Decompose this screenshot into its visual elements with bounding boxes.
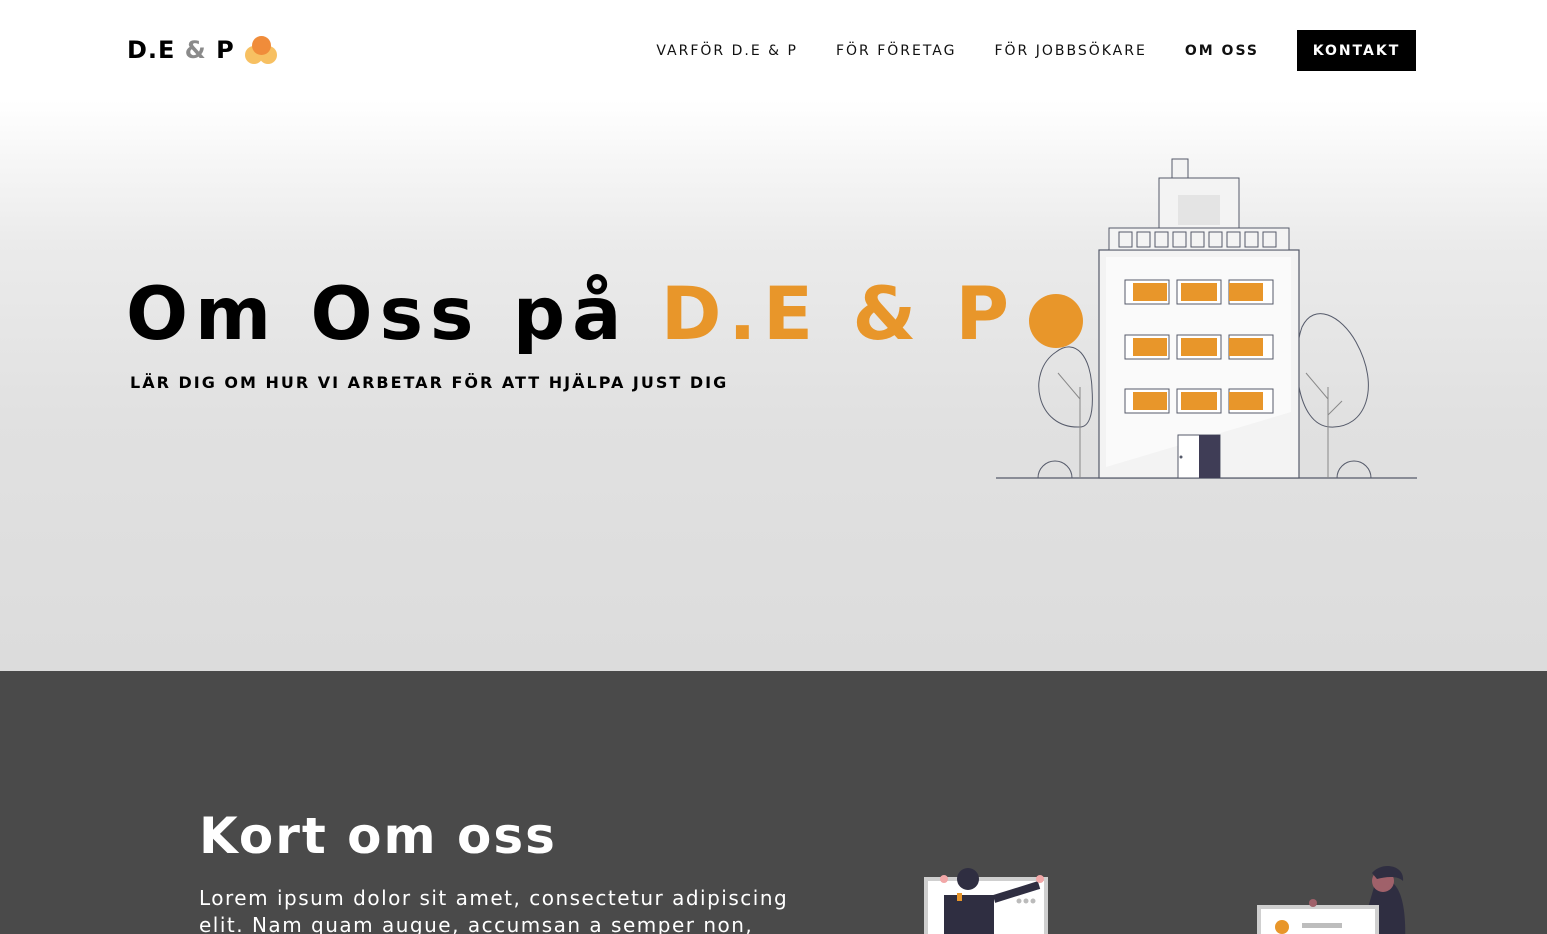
logo-circles-icon (244, 34, 279, 66)
hero-subtitle: LÄR DIG OM HUR VI ARBETAR FÖR ATT HJÄLPA… (130, 373, 729, 392)
logo-text: D.E & P (127, 36, 235, 64)
person-at-screen-illustration (1257, 866, 1406, 934)
hero-title-accent: D.E & P (660, 272, 1017, 357)
logo[interactable]: D.E & P (127, 33, 279, 67)
hero-title: Om Oss på D.E & P (126, 278, 1016, 351)
nav-link-varfor[interactable]: VARFÖR D.E & P (656, 43, 798, 59)
nav-link-for-foretag[interactable]: FÖR FÖRETAG (836, 43, 957, 59)
office-building-icon (996, 158, 1417, 479)
contact-button[interactable]: KONTAKT (1297, 30, 1416, 71)
logo-part-2: P (216, 36, 235, 64)
about-title: Kort om oss (199, 807, 557, 865)
nav-link-om-oss[interactable]: OM OSS (1185, 43, 1259, 59)
presenter-illustration (924, 868, 1048, 934)
hero-title-main: Om Oss på (126, 272, 661, 357)
about-section: Kort om oss Lorem ipsum dolor sit amet, … (0, 671, 1547, 934)
logo-part-1: D.E (127, 36, 176, 64)
main-nav: VARFÖR D.E & P FÖR FÖRETAG FÖR JOBBSÖKAR… (618, 30, 1416, 71)
about-text: Lorem ipsum dolor sit amet, consectetur … (199, 886, 789, 934)
logo-ampersand: & (184, 36, 207, 64)
site-header: D.E & P VARFÖR D.E & P FÖR FÖRETAG FÖR J… (0, 0, 1547, 100)
hero-section: Om Oss på D.E & P LÄR DIG OM HUR VI ARBE… (0, 100, 1547, 671)
nav-link-for-jobbsokare[interactable]: FÖR JOBBSÖKARE (994, 43, 1146, 59)
